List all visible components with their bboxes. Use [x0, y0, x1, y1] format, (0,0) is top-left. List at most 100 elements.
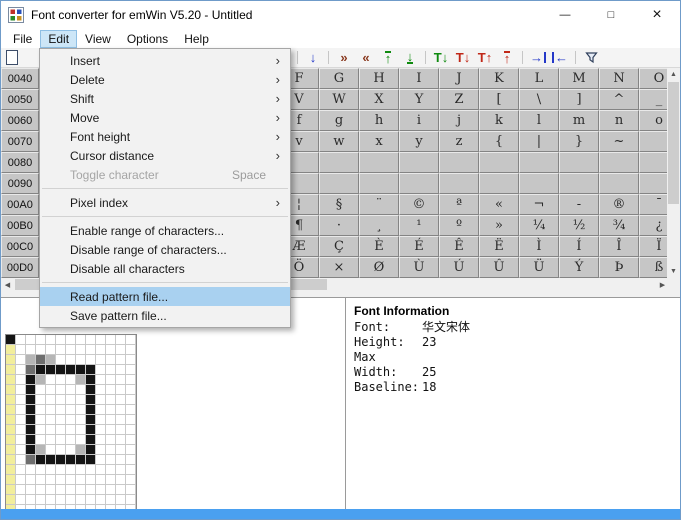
char-cell[interactable]: ^: [599, 89, 639, 110]
pixel-cell[interactable]: [6, 335, 16, 345]
char-cell[interactable]: Y: [399, 89, 439, 110]
pixel-cell[interactable]: [46, 385, 56, 395]
pixel-cell[interactable]: [106, 415, 116, 425]
pixel-cell[interactable]: [126, 385, 136, 395]
char-cell[interactable]: w: [319, 131, 359, 152]
pixel-cell[interactable]: [96, 405, 106, 415]
pixel-cell[interactable]: [36, 385, 46, 395]
pixel-cell[interactable]: [46, 375, 56, 385]
char-cell[interactable]: ¼: [519, 215, 559, 236]
char-cell[interactable]: ¿: [639, 215, 669, 236]
pixel-cell[interactable]: [26, 465, 36, 475]
pixel-cell[interactable]: [76, 365, 86, 375]
menu-item-save-pattern-file[interactable]: Save pattern file...: [40, 306, 290, 325]
pixel-cell[interactable]: [96, 435, 106, 445]
pixel-cell[interactable]: [26, 415, 36, 425]
char-cell[interactable]: [399, 173, 439, 194]
pixel-cell[interactable]: [36, 355, 46, 365]
pixel-cell[interactable]: [76, 415, 86, 425]
toolbar-fast-forward-icon[interactable]: »: [333, 49, 355, 66]
pixel-cell[interactable]: [86, 335, 96, 345]
pixel-cell[interactable]: [116, 335, 126, 345]
pixel-cell[interactable]: [116, 475, 126, 485]
pixel-cell[interactable]: [126, 375, 136, 385]
pixel-cell[interactable]: [116, 435, 126, 445]
char-cell[interactable]: [359, 152, 399, 173]
char-cell[interactable]: i: [399, 110, 439, 131]
char-cell[interactable]: [639, 173, 669, 194]
pixel-cell[interactable]: [96, 395, 106, 405]
maximize-button[interactable]: □: [588, 1, 634, 29]
pixel-cell[interactable]: [56, 345, 66, 355]
char-cell[interactable]: |: [519, 131, 559, 152]
minimize-button[interactable]: —: [542, 1, 588, 29]
pixel-cell[interactable]: [16, 385, 26, 395]
menu-item-enable-range-of-characters[interactable]: Enable range of characters...: [40, 221, 290, 240]
char-cell[interactable]: [439, 152, 479, 173]
char-cell[interactable]: L: [519, 68, 559, 89]
pixel-cell[interactable]: [26, 365, 36, 375]
pixel-cell[interactable]: [76, 345, 86, 355]
pixel-cell[interactable]: [46, 485, 56, 495]
pixel-cell[interactable]: [116, 405, 126, 415]
char-cell[interactable]: _: [639, 89, 669, 110]
pixel-cell[interactable]: [46, 355, 56, 365]
pixel-cell[interactable]: [56, 355, 66, 365]
menubar-item-help[interactable]: Help: [176, 30, 217, 48]
pixel-cell[interactable]: [106, 405, 116, 415]
pixel-cell[interactable]: [36, 455, 46, 465]
pixel-cell[interactable]: [96, 425, 106, 435]
pixel-cell[interactable]: [36, 425, 46, 435]
pixel-cell[interactable]: [66, 465, 76, 475]
pixel-cell[interactable]: [46, 415, 56, 425]
char-cell[interactable]: Ë: [479, 236, 519, 257]
pixel-cell[interactable]: [56, 485, 66, 495]
menubar-item-edit[interactable]: Edit: [40, 30, 77, 48]
pixel-cell[interactable]: [16, 345, 26, 355]
pixel-cell[interactable]: [6, 355, 16, 365]
pixel-cell[interactable]: [116, 365, 126, 375]
char-cell[interactable]: [319, 173, 359, 194]
pixel-cell[interactable]: [6, 495, 16, 505]
toolbar-baseline-down-red-icon[interactable]: T↓: [452, 49, 474, 66]
pixel-cell[interactable]: [66, 395, 76, 405]
pixel-cell[interactable]: [66, 405, 76, 415]
pixel-cell[interactable]: [16, 375, 26, 385]
pixel-cell[interactable]: [6, 385, 16, 395]
pixel-cell[interactable]: [86, 365, 96, 375]
pixel-cell[interactable]: [106, 445, 116, 455]
pixel-cell[interactable]: [16, 405, 26, 415]
pixel-cell[interactable]: [26, 395, 36, 405]
pixel-cell[interactable]: [106, 495, 116, 505]
pixel-cell[interactable]: [26, 375, 36, 385]
char-cell[interactable]: ¨: [359, 194, 399, 215]
pixel-cell[interactable]: [46, 455, 56, 465]
pixel-cell[interactable]: [86, 355, 96, 365]
pixel-cell[interactable]: [46, 465, 56, 475]
pixel-cell[interactable]: [26, 385, 36, 395]
pixel-cell[interactable]: [106, 475, 116, 485]
pixel-cell[interactable]: [126, 395, 136, 405]
char-cell[interactable]: [519, 173, 559, 194]
scroll-up-arrow-icon[interactable]: ▲: [667, 68, 680, 81]
pixel-cell[interactable]: [86, 385, 96, 395]
pixel-cell[interactable]: [106, 465, 116, 475]
pixel-cell[interactable]: [116, 395, 126, 405]
char-cell[interactable]: Ç: [319, 236, 359, 257]
pixel-cell[interactable]: [26, 425, 36, 435]
toolbar-indent-left-icon[interactable]: ←: [549, 49, 571, 66]
char-cell[interactable]: [639, 152, 669, 173]
pixel-cell[interactable]: [46, 405, 56, 415]
pixel-cell[interactable]: [6, 375, 16, 385]
pixel-cell[interactable]: [66, 485, 76, 495]
char-cell[interactable]: -: [559, 194, 599, 215]
pixel-cell[interactable]: [46, 335, 56, 345]
menubar-item-view[interactable]: View: [77, 30, 119, 48]
pixel-cell[interactable]: [36, 365, 46, 375]
pixel-cell[interactable]: [56, 375, 66, 385]
menu-item-cursor-distance[interactable]: Cursor distance›: [40, 146, 290, 165]
pixel-cell[interactable]: [66, 345, 76, 355]
pixel-cell[interactable]: [26, 405, 36, 415]
pixel-cell[interactable]: [16, 445, 26, 455]
char-cell[interactable]: \: [519, 89, 559, 110]
